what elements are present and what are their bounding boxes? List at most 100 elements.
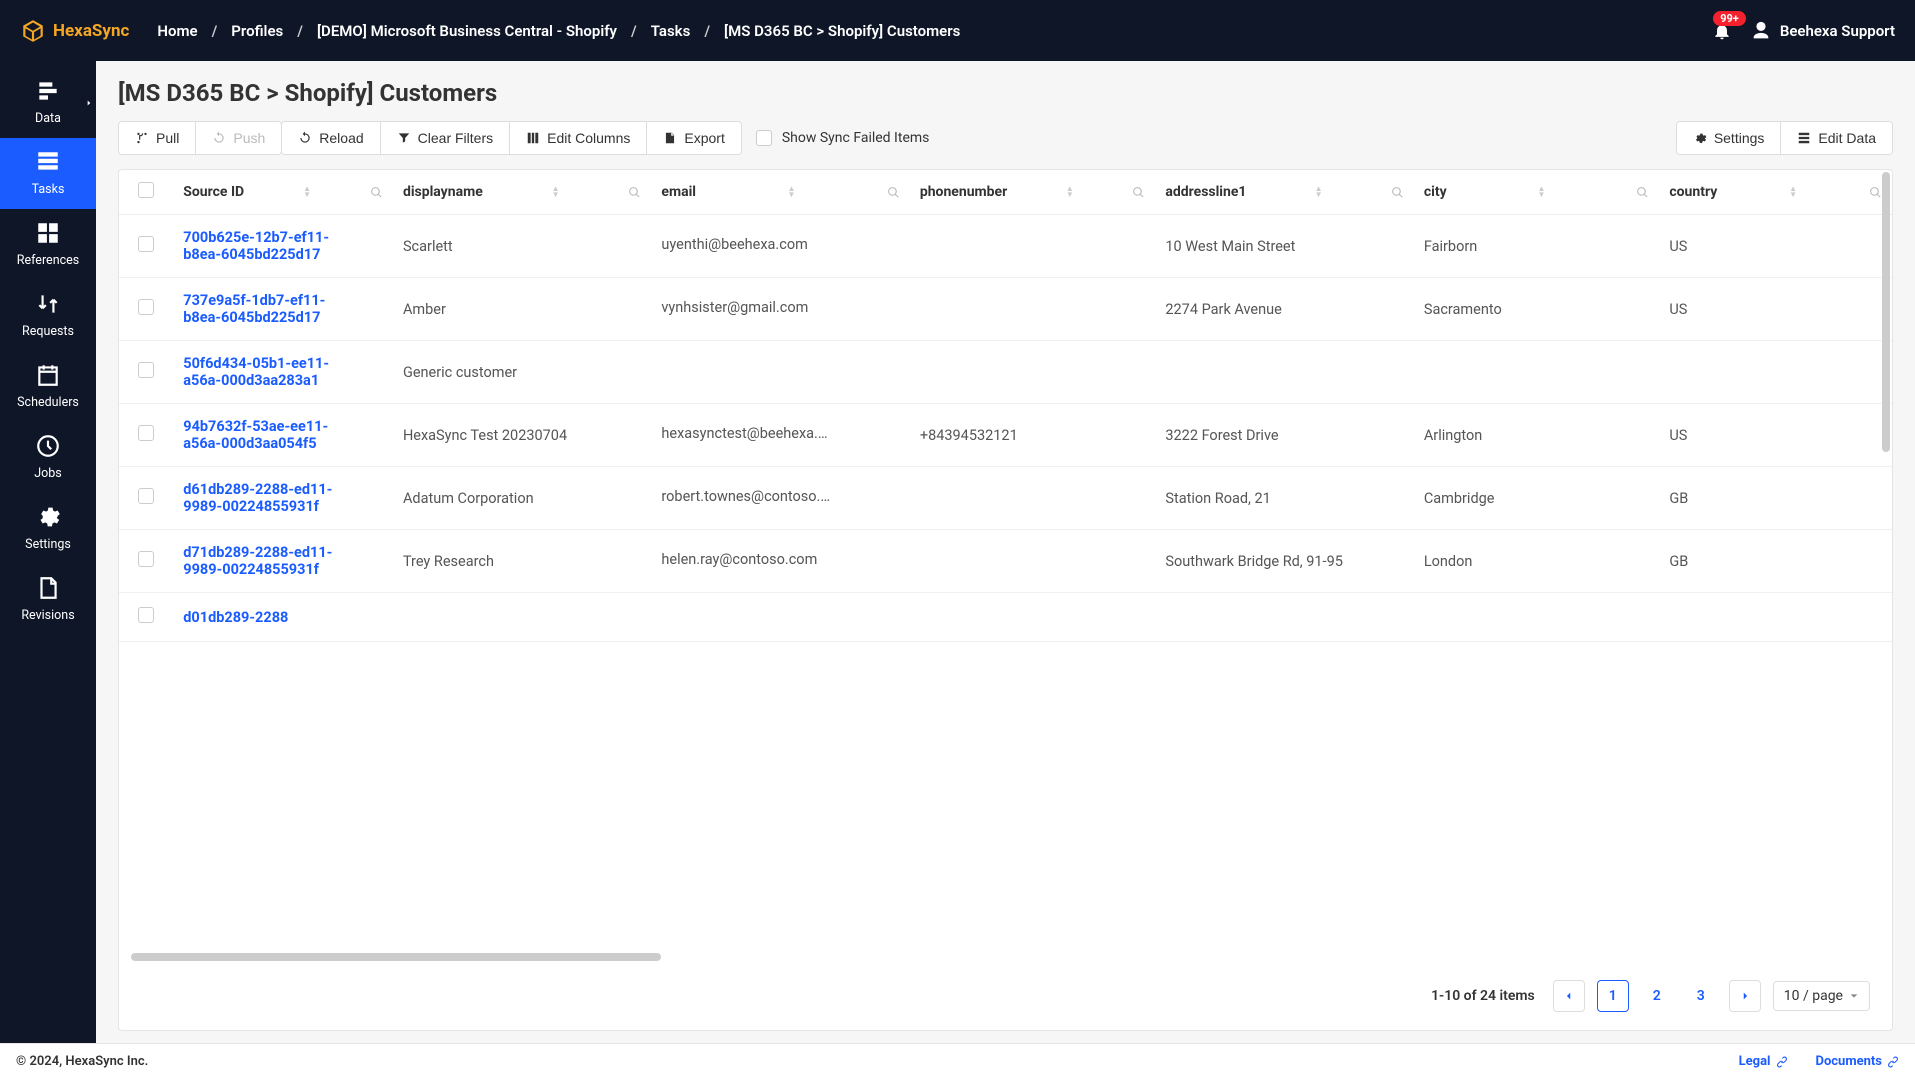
table-row[interactable]: d01db289-2288 [119,593,1892,642]
col-source-id[interactable]: Source ID [183,184,244,200]
chevron-left-icon [1564,991,1574,1001]
col-phonenumber[interactable]: phonenumber [920,184,1007,200]
logo[interactable]: HexaSync [20,18,129,44]
table-row[interactable]: 700b625e-12b7-ef11-b8ea-6045bd225d17 Sca… [119,215,1892,278]
documents-link[interactable]: Documents [1816,1054,1900,1069]
page-title: [MS D365 BC > Shopify] Customers [96,61,1915,121]
edit-columns-button[interactable]: Edit Columns [510,122,647,154]
toolbar: Pull Push Reload Clear Filters Edit Colu… [96,121,1915,169]
sidebar-item-tasks[interactable]: Tasks [0,138,96,209]
search-icon[interactable] [628,186,641,199]
table-row[interactable]: d61db289-2288-ed11-9989-00224855931f Ada… [119,467,1892,530]
breadcrumb-tasks[interactable]: Tasks [651,22,691,40]
gear-icon [34,503,62,531]
table-row[interactable]: 94b7632f-53ae-ee11-a56a-000d3aa054f5 Hex… [119,404,1892,467]
branch-icon [135,131,149,145]
page-1-button[interactable]: 1 [1597,980,1629,1012]
cell-country [1659,593,1892,642]
table-row[interactable]: 737e9a5f-1db7-ef11-b8ea-6045bd225d17 Amb… [119,278,1892,341]
sort-icon[interactable]: ▲▼ [1538,186,1546,198]
user-name: Beehexa Support [1780,22,1895,40]
cell-phonenumber [910,467,1156,530]
sidebar-item-requests[interactable]: Requests [0,280,96,351]
cell-phonenumber [910,215,1156,278]
breadcrumb-current[interactable]: [MS D365 BC > Shopify] Customers [724,22,960,40]
sidebar-item-data[interactable]: Data [0,67,96,138]
source-id-link[interactable]: 94b7632f-53ae-ee11-a56a-000d3aa054f5 [183,418,333,452]
select-all-checkbox[interactable] [138,182,154,198]
breadcrumb-profiles[interactable]: Profiles [231,22,283,40]
next-page-button[interactable] [1729,980,1761,1012]
source-id-link[interactable]: d61db289-2288-ed11-9989-00224855931f [183,481,333,515]
cell-addressline1 [1155,593,1413,642]
search-icon[interactable] [1132,186,1145,199]
sidebar-item-revisions[interactable]: Revisions [0,564,96,635]
search-icon[interactable] [1391,186,1404,199]
export-button[interactable]: Export [647,122,740,154]
col-email[interactable]: email [661,184,696,200]
row-checkbox[interactable] [138,236,154,252]
edit-data-button[interactable]: Edit Data [1781,122,1892,154]
cell-city: Sacramento [1414,278,1660,341]
table-row[interactable]: 50f6d434-05b1-ee11-a56a-000d3aa283a1 Gen… [119,341,1892,404]
sort-icon[interactable]: ▲▼ [552,186,560,198]
sidebar-item-references[interactable]: References [0,209,96,280]
notification-bell[interactable]: 99+ [1712,21,1732,41]
source-id-link[interactable]: 737e9a5f-1db7-ef11-b8ea-6045bd225d17 [183,292,333,326]
cell-displayname: Trey Research [393,530,651,593]
vertical-scrollbar[interactable] [1882,172,1890,452]
user-menu[interactable]: Beehexa Support [1750,20,1895,42]
sort-icon[interactable]: ▲▼ [1315,186,1323,198]
show-sync-failed-toggle[interactable]: Show Sync Failed Items [756,130,930,146]
cell-phonenumber [910,593,1156,642]
sort-icon[interactable]: ▲▼ [1066,186,1074,198]
row-checkbox[interactable] [138,299,154,315]
search-icon[interactable] [1636,186,1649,199]
sort-icon[interactable]: ▲▼ [787,186,795,198]
row-checkbox[interactable] [138,425,154,441]
breadcrumb-home[interactable]: Home [157,22,197,40]
logo-icon [20,18,46,44]
search-icon[interactable] [887,186,900,199]
legal-link[interactable]: Legal [1739,1054,1788,1069]
settings-button[interactable]: Settings [1677,122,1782,154]
col-addressline1[interactable]: addressline1 [1165,184,1246,200]
cell-addressline1: Southwark Bridge Rd, 91-95 [1155,530,1413,593]
search-icon[interactable] [1869,186,1882,199]
breadcrumb-profile[interactable]: [DEMO] Microsoft Business Central - Shop… [317,22,617,40]
prev-page-button[interactable] [1553,980,1585,1012]
logo-text: HexaSync [53,21,129,41]
page-2-button[interactable]: 2 [1641,980,1673,1012]
source-id-link[interactable]: 50f6d434-05b1-ee11-a56a-000d3aa283a1 [183,355,333,389]
sort-icon[interactable]: ▲▼ [303,186,311,198]
row-checkbox[interactable] [138,551,154,567]
page-size-select[interactable]: 10 / page [1773,981,1870,1011]
page-3-button[interactable]: 3 [1685,980,1717,1012]
data-table: Source ID ▲▼ displayname ▲▼ email ▲▼ phonen… [118,169,1893,1031]
cell-email: uyenthi@beehexa.com [651,215,909,278]
row-checkbox[interactable] [138,607,154,623]
col-city[interactable]: city [1424,184,1447,200]
clear-filters-button[interactable]: Clear Filters [381,122,510,154]
col-displayname[interactable]: displayname [403,184,483,200]
row-checkbox[interactable] [138,362,154,378]
sidebar-item-settings[interactable]: Settings [0,493,96,564]
search-icon[interactable] [370,186,383,199]
cell-city: London [1414,530,1660,593]
cell-displayname: HexaSync Test 20230704 [393,404,651,467]
source-id-link[interactable]: d01db289-2288 [183,609,288,626]
sidebar-item-schedulers[interactable]: Schedulers [0,351,96,422]
table-row[interactable]: d71db289-2288-ed11-9989-00224855931f Tre… [119,530,1892,593]
cell-addressline1: 2274 Park Avenue [1155,278,1413,341]
reload-button[interactable]: Reload [282,122,380,154]
sidebar-item-jobs[interactable]: Jobs [0,422,96,493]
pull-button[interactable]: Pull [119,122,196,154]
filter-icon [397,131,411,145]
cell-city: Arlington [1414,404,1660,467]
row-checkbox[interactable] [138,488,154,504]
source-id-link[interactable]: 700b625e-12b7-ef11-b8ea-6045bd225d17 [183,229,333,263]
horizontal-scrollbar[interactable] [131,953,661,961]
source-id-link[interactable]: d71db289-2288-ed11-9989-00224855931f [183,544,333,578]
sort-icon[interactable]: ▲▼ [1789,186,1797,198]
col-country[interactable]: country [1669,184,1717,200]
